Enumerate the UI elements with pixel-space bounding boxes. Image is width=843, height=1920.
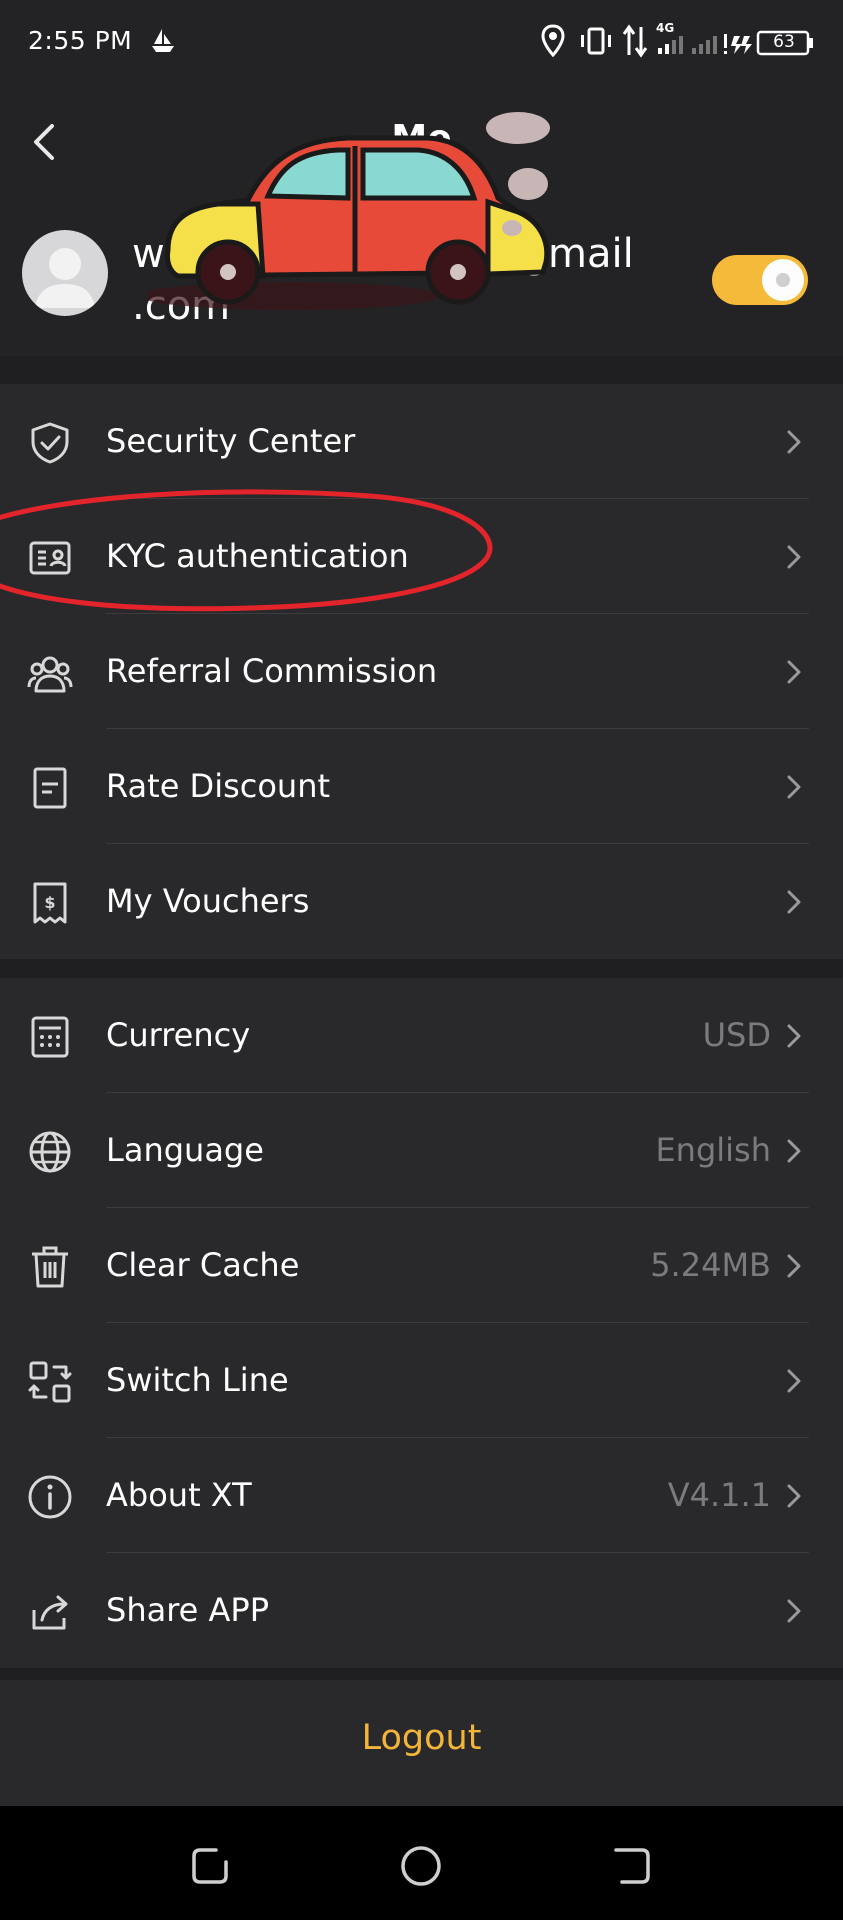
home-circle-icon[interactable] (397, 1842, 445, 1890)
status-time: 2:55 PM (28, 26, 133, 55)
svg-text:$: $ (44, 893, 55, 912)
toggle-knob (762, 259, 804, 301)
menu-item-referral-commission[interactable]: Referral Commission (0, 614, 843, 729)
logout-button[interactable]: Logout (0, 1718, 843, 1758)
menu-item-label: Security Center (106, 422, 356, 460)
switch-icon (28, 1361, 72, 1403)
system-nav-bar (0, 1806, 843, 1920)
location-icon (541, 24, 565, 58)
menu-item-share-app[interactable]: Share APP (0, 1553, 843, 1668)
chevron-right-icon (787, 1369, 801, 1393)
chevron-right-icon (787, 660, 801, 684)
menu-item-label: Rate Discount (106, 767, 331, 805)
menu-item-language[interactable]: Language English (0, 1093, 843, 1208)
menu-item-security-center[interactable]: Security Center (0, 384, 843, 499)
chevron-right-icon (787, 545, 801, 569)
globe-icon (29, 1131, 71, 1173)
chevron-right-icon (787, 430, 801, 454)
menu-group-settings: Currency USD Language English Clear Cach… (0, 978, 843, 1668)
voucher-icon: $ (33, 882, 67, 924)
chevron-right-icon (787, 775, 801, 799)
chevron-right-icon (787, 890, 801, 914)
menu-item-rate-discount[interactable]: Rate Discount (0, 729, 843, 844)
menu-item-my-vouchers[interactable]: $ My Vouchers (0, 844, 843, 959)
document-icon (33, 767, 67, 809)
menu-item-label: Currency (106, 1016, 251, 1054)
menu-item-label: Clear Cache (106, 1246, 300, 1284)
chevron-right-icon (787, 1254, 801, 1278)
menu-item-label: About XT (106, 1476, 252, 1514)
avatar[interactable] (22, 230, 108, 316)
vibrate-icon (581, 27, 611, 55)
user-silhouette-icon (35, 248, 95, 308)
users-icon (27, 656, 73, 693)
recents-icon[interactable] (186, 1842, 234, 1890)
theme-toggle[interactable] (712, 255, 808, 305)
menu-item-value: English (655, 1131, 771, 1169)
data-arrows-icon (622, 24, 648, 58)
chevron-right-icon (787, 1599, 801, 1623)
chevron-right-icon (787, 1484, 801, 1508)
share-icon (32, 1595, 68, 1630)
annotation-ellipse (0, 489, 493, 612)
svg-text:4G: 4G (656, 21, 674, 35)
info-icon (28, 1475, 72, 1519)
menu-item-switch-line[interactable]: Switch Line (0, 1323, 843, 1438)
menu-item-clear-cache[interactable]: Clear Cache 5.24MB (0, 1208, 843, 1323)
chevron-right-icon (787, 1139, 801, 1163)
menu-item-value: V4.1.1 (667, 1476, 771, 1514)
sun-icon (776, 273, 790, 287)
battery-level: 63 (773, 32, 795, 52)
menu-group-account: Security Center KYC authentication Refer… (0, 384, 843, 959)
menu-item-label: My Vouchers (106, 882, 310, 920)
menu-item-value: 5.24MB (650, 1246, 771, 1284)
menu-item-label: Share APP (106, 1591, 269, 1629)
menu-item-label: Switch Line (106, 1361, 289, 1399)
status-bar: 2:55 PM 4G 63 (0, 0, 843, 86)
menu-item-value: USD (702, 1016, 771, 1054)
shield-check-icon (31, 422, 69, 464)
calculator-icon (31, 1016, 69, 1058)
signal-icon: 4G (656, 21, 752, 54)
back-nav-icon[interactable] (608, 1842, 656, 1890)
menu-item-label: Referral Commission (106, 652, 438, 690)
menu-item-label: Language (106, 1131, 264, 1169)
car-sticker (148, 112, 550, 310)
menu-item-about-xt[interactable]: About XT V4.1.1 (0, 1438, 843, 1553)
trash-icon (32, 1246, 68, 1288)
chevron-right-icon (787, 1024, 801, 1048)
menu-item-currency[interactable]: Currency USD (0, 978, 843, 1093)
boat-icon (152, 29, 174, 52)
